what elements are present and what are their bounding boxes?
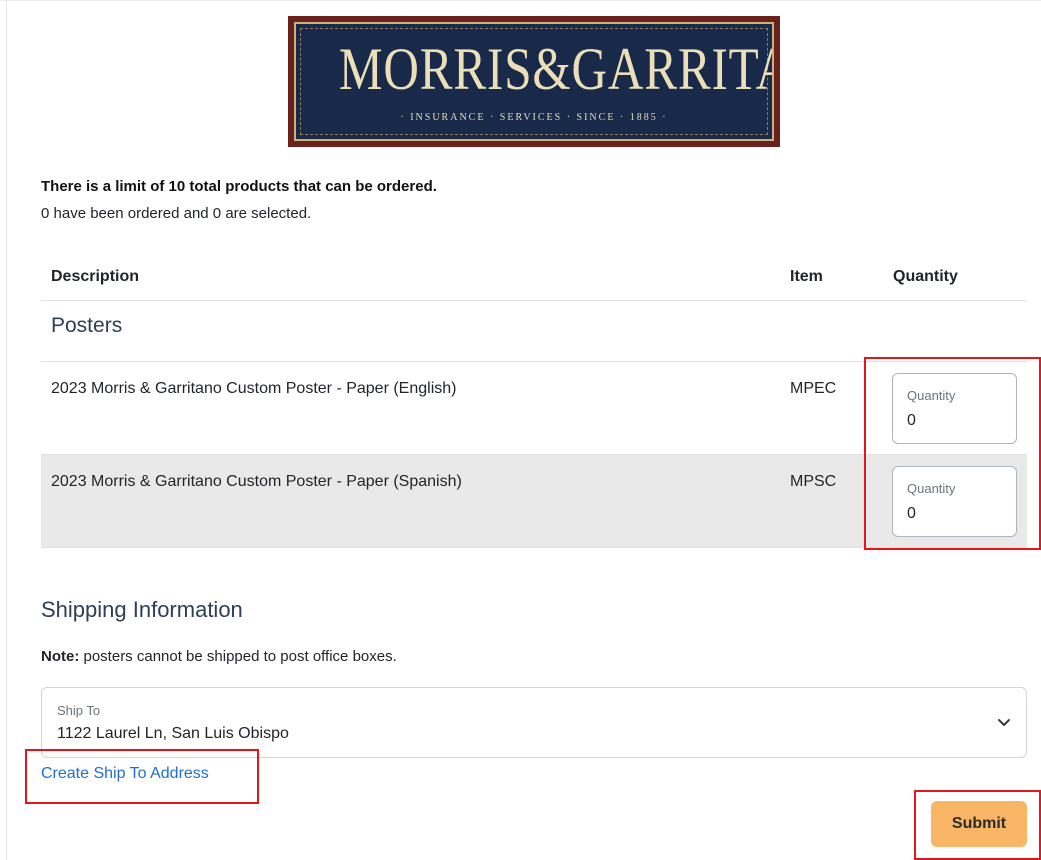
ship-to-select[interactable]: Ship To 1122 Laurel Ln, San Luis Obispo bbox=[41, 687, 1027, 758]
create-link-highlight-box bbox=[25, 749, 259, 804]
page-left-border bbox=[6, 0, 7, 860]
shipping-note: Note: posters cannot be shipped to post … bbox=[41, 648, 397, 665]
ship-to-label: Ship To bbox=[57, 703, 101, 718]
shipping-note-text: posters cannot be shipped to post office… bbox=[79, 648, 397, 665]
row-item-code: MPEC bbox=[790, 380, 837, 397]
page-top-border bbox=[0, 0, 1041, 1]
column-header-quantity: Quantity bbox=[893, 268, 958, 285]
shipping-heading: Shipping Information bbox=[41, 597, 243, 622]
logo-wordmark: MORRIS&GARRITANO bbox=[338, 36, 772, 102]
quantity-highlight-box bbox=[864, 357, 1041, 550]
order-limit-status: 0 have been ordered and 0 are selected. bbox=[41, 205, 312, 222]
shipping-note-label: Note: bbox=[41, 648, 80, 665]
row-description: 2023 Morris & Garritano Custom Poster - … bbox=[51, 473, 462, 490]
chevron-down-icon[interactable] bbox=[996, 714, 1012, 730]
row-item-code: MPSC bbox=[790, 473, 837, 490]
logo-panel: MORRIS&GARRITANO · INSURANCE · SERVICES … bbox=[294, 22, 774, 141]
category-heading: Posters bbox=[51, 314, 123, 337]
row-description: 2023 Morris & Garritano Custom Poster - … bbox=[51, 380, 457, 397]
order-limit-title: There is a limit of 10 total products th… bbox=[41, 178, 437, 195]
submit-highlight-box bbox=[914, 790, 1041, 860]
column-header-description: Description bbox=[51, 268, 140, 285]
header-divider bbox=[41, 300, 1027, 301]
column-header-item: Item bbox=[790, 268, 823, 285]
ship-to-value: 1122 Laurel Ln, San Luis Obispo bbox=[57, 725, 289, 742]
company-logo: MORRIS&GARRITANO · INSURANCE · SERVICES … bbox=[288, 16, 780, 147]
logo-tagline: · INSURANCE · SERVICES · SINCE · 1885 · bbox=[400, 112, 668, 123]
